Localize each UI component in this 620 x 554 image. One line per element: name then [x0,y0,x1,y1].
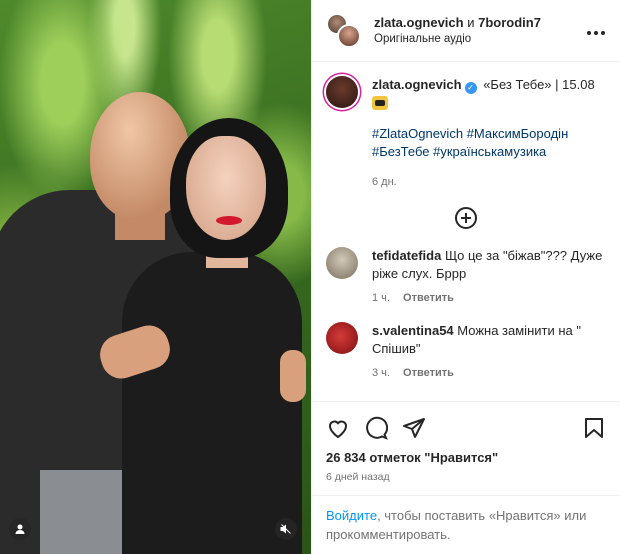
avatar[interactable] [326,76,358,108]
photo-figure [280,350,306,402]
post-video[interactable] [0,0,311,554]
comments-section: zlata.ognevich ✓ «Без Тебе» | 15.08 #Zlat… [312,62,620,401]
comment-time[interactable]: 3 ч. [372,367,390,379]
header-conjunction: и [467,14,475,30]
caption-username[interactable]: zlata.ognevich [372,77,462,92]
comment-username[interactable]: tefidatefida [372,248,441,263]
hashtag-link[interactable]: #МаксимБородін [467,126,569,141]
comment-item: tefidatefida Що це за "біжав"??? Дуже рі… [326,247,606,304]
heart-icon[interactable] [326,416,350,440]
collab-avatars[interactable] [326,12,362,49]
muted-speaker-icon[interactable] [275,518,297,540]
avatar[interactable] [326,247,358,279]
photo-figure [122,252,302,554]
post-dialog: zlata.ognevich и 7borodin7 Оригінальне а… [0,0,620,554]
caption-text: «Без Тебе» | 15.08 [483,77,595,92]
header-text: zlata.ognevich и 7borodin7 Оригінальне а… [374,14,584,47]
verified-badge-icon: ✓ [464,82,477,94]
emoji-icon [372,96,388,110]
post-date: 6 дней назад [326,471,390,483]
comment-item: s.valentina54 Можна замінити на " Спішив… [326,322,606,379]
hashtag-link[interactable]: #БезТебе [372,144,430,159]
comment-username[interactable]: s.valentina54 [372,323,454,338]
action-bar [326,414,606,442]
bookmark-icon[interactable] [582,416,606,440]
audio-label[interactable]: Оригінальне аудіо [374,32,584,48]
actions-section: 26 834 отметок "Нравится" 6 дней назад [312,401,620,483]
post-side-panel: zlata.ognevich и 7borodin7 Оригінальне а… [311,0,620,554]
more-horizontal-icon[interactable] [584,20,608,41]
paper-plane-icon[interactable] [402,416,426,440]
hashtags: #ZlataOgnevich #МаксимБородін #БезТебе #… [372,125,606,161]
photo-figure [216,216,242,225]
post-header: zlata.ognevich и 7borodin7 Оригінальне а… [312,0,620,62]
reply-button[interactable]: Ответить [403,367,454,379]
caption: zlata.ognevich ✓ «Без Тебе» | 15.08 #Zlat… [326,76,606,191]
login-prompt: Войдите, чтобы поставить «Нравится» или … [312,495,620,554]
avatar[interactable] [337,23,361,48]
header-username-2[interactable]: 7borodin7 [478,15,541,30]
hashtag-link[interactable]: #ZlataOgnevich [372,126,463,141]
hashtag-link[interactable]: #українськамузика [433,144,546,159]
plus-circle-icon[interactable] [455,207,477,229]
load-more-comments[interactable] [326,207,606,229]
login-link[interactable]: Войдите [326,508,377,523]
reply-button[interactable]: Ответить [403,292,454,304]
caption-time[interactable]: 6 дн. [372,173,606,191]
comment-time[interactable]: 1 ч. [372,292,390,304]
header-username-1[interactable]: zlata.ognevich [374,15,464,30]
avatar[interactable] [326,322,358,354]
likes-count[interactable]: 26 834 отметок "Нравится" [326,450,606,465]
user-icon[interactable] [9,518,31,540]
comment-icon[interactable] [364,416,388,440]
